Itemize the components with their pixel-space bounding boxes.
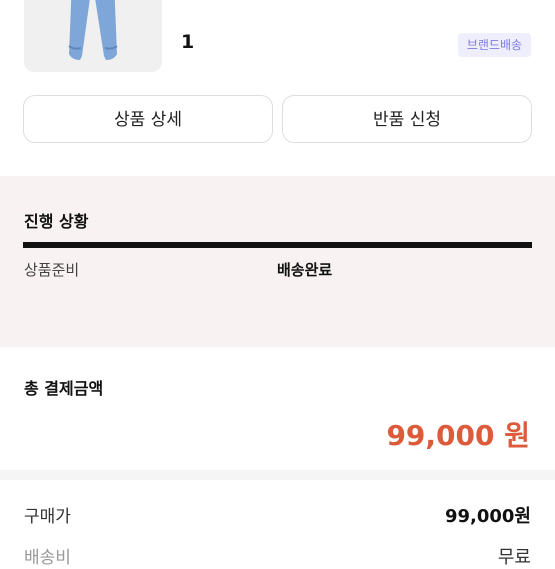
shipping-fee-value: 무료 bbox=[497, 547, 531, 568]
pants-image bbox=[68, 0, 118, 60]
step-preparing: 상품준비 bbox=[24, 261, 80, 279]
progress-bar bbox=[23, 242, 532, 248]
step-delivered: 배송완료 bbox=[277, 261, 333, 279]
progress-title: 진행 상황 bbox=[24, 212, 89, 231]
quantity: 1 bbox=[181, 31, 195, 53]
total-amount: 99,000 원 bbox=[386, 419, 530, 452]
product-thumbnail[interactable] bbox=[24, 0, 162, 72]
product-detail-button[interactable]: 상품 상세 bbox=[23, 95, 273, 143]
delivery-badge: 브랜드배송 bbox=[458, 33, 531, 57]
purchase-price-label: 구매가 bbox=[24, 507, 71, 527]
section-divider bbox=[0, 470, 555, 480]
purchase-price-value: 99,000원 bbox=[444, 506, 531, 527]
payment-title: 총 결제금액 bbox=[24, 379, 104, 398]
return-request-button[interactable]: 반품 신청 bbox=[282, 95, 532, 143]
progress-section: 진행 상황 상품준비 배송완료 bbox=[0, 176, 555, 347]
shipping-fee-label: 배송비 bbox=[24, 548, 71, 568]
